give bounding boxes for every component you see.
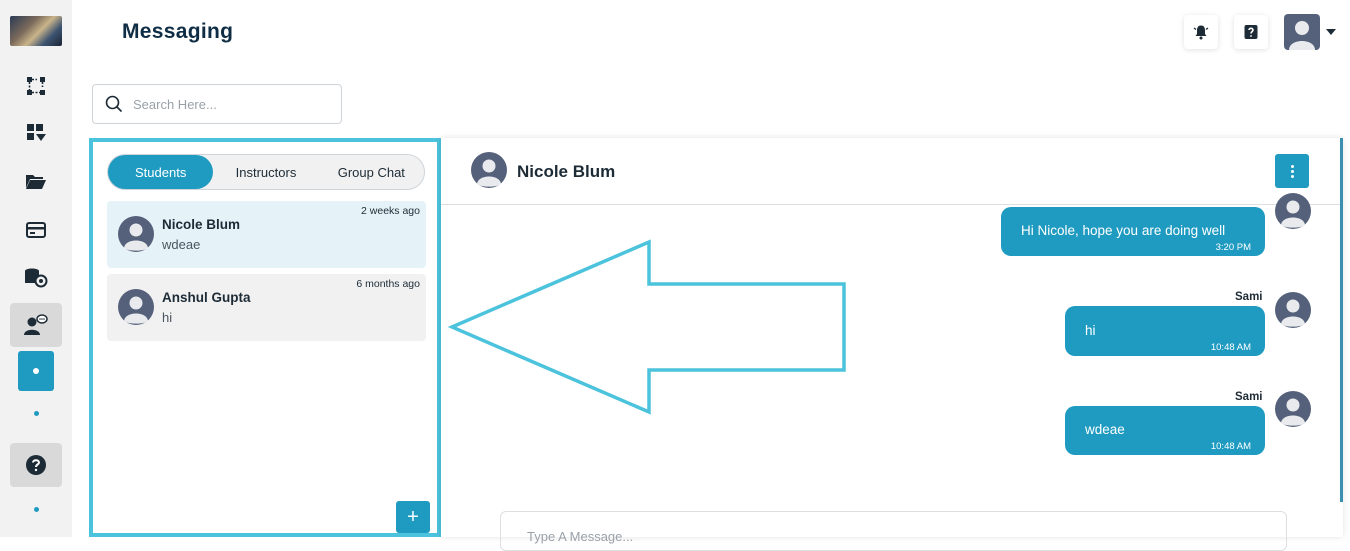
sub-nav-active-button[interactable]: [18, 351, 54, 391]
user-avatar[interactable]: [1284, 14, 1320, 50]
help-icon: [26, 455, 46, 475]
chat-menu-button[interactable]: [1275, 154, 1309, 188]
page-title: Messaging: [122, 20, 234, 43]
workflow-icon: [27, 77, 45, 95]
more-vertical-icon: [1290, 164, 1294, 168]
files-nav-button[interactable]: [10, 159, 62, 203]
sub-nav-dot[interactable]: [34, 507, 39, 512]
message-time: 10:48 AM: [1210, 441, 1251, 452]
messaging-nav-button[interactable]: [10, 303, 62, 347]
message-text: wdeae: [1085, 422, 1125, 437]
chat-header: Nicole Blum: [441, 138, 1343, 205]
payments-nav-button[interactable]: [10, 208, 62, 252]
add-chat-button[interactable]: +: [396, 501, 430, 533]
annotation-arrow: [448, 239, 846, 415]
message-bubble: Hi Nicole, hope you are doing well 3:20 …: [1001, 207, 1265, 256]
message-time: 3:20 PM: [1215, 242, 1251, 253]
chevron-down-icon[interactable]: [1326, 29, 1336, 35]
help-button[interactable]: [1234, 15, 1268, 49]
contacts-panel: Students Instructors Group Chat Nicole B…: [89, 138, 441, 537]
bell-icon: [1193, 25, 1209, 40]
message-text: Hi Nicole, hope you are doing well: [1021, 223, 1226, 238]
avatar: [118, 216, 154, 252]
chat-contact-name: Nicole Blum: [517, 162, 616, 181]
user-chat-icon: [24, 314, 48, 335]
message-text: hi: [1085, 323, 1096, 338]
contact-last-message: wdeae: [162, 237, 201, 252]
database-nav-button[interactable]: [10, 256, 62, 300]
avatar: [1275, 193, 1311, 229]
message-sender: Sami: [1235, 291, 1263, 303]
workflow-nav-button[interactable]: [10, 64, 62, 108]
contact-item-nicole-blum[interactable]: Nicole Blum wdeae 2 weeks ago: [107, 201, 426, 268]
contact-time: 6 months ago: [356, 278, 420, 290]
database-settings-icon: [25, 268, 48, 288]
help-nav-button[interactable]: [10, 443, 62, 487]
message-bubble: wdeae 10:48 AM: [1065, 406, 1265, 455]
dashboard-icon: [27, 124, 46, 141]
avatar: [471, 152, 507, 188]
app-logo[interactable]: [10, 16, 62, 46]
question-icon: [1244, 25, 1258, 39]
contact-tabs: Students Instructors Group Chat: [107, 154, 425, 190]
side-rail: [0, 0, 72, 537]
dot-icon: [33, 368, 39, 374]
avatar: [1275, 391, 1311, 427]
message-bubble: hi 10:48 AM: [1065, 306, 1265, 356]
sub-nav-dot[interactable]: [34, 411, 39, 416]
search-icon: [105, 95, 123, 113]
card-icon: [26, 222, 46, 238]
user-avatar-icon: [1289, 21, 1315, 50]
folder-open-icon: [26, 175, 46, 189]
message-sender: Sami: [1235, 391, 1263, 403]
notifications-button[interactable]: [1184, 15, 1218, 49]
scrollbar[interactable]: [1340, 138, 1343, 502]
message-time: 10:48 AM: [1210, 342, 1251, 353]
tab-students[interactable]: Students: [108, 155, 214, 189]
contact-name: Nicole Blum: [162, 217, 241, 232]
contact-last-message: hi: [162, 310, 173, 325]
search-input[interactable]: [133, 96, 323, 112]
dashboard-nav-button[interactable]: [10, 111, 62, 155]
contact-item-anshul-gupta[interactable]: Anshul Gupta hi 6 months ago: [107, 274, 426, 341]
message-composer[interactable]: [500, 511, 1287, 551]
tab-group-chat[interactable]: Group Chat: [319, 155, 424, 189]
search-box[interactable]: [92, 84, 342, 124]
tab-instructors[interactable]: Instructors: [213, 155, 318, 189]
avatar: [118, 289, 154, 325]
contact-time: 2 weeks ago: [361, 205, 420, 217]
avatar: [1275, 292, 1311, 328]
contact-name: Anshul Gupta: [162, 290, 251, 305]
